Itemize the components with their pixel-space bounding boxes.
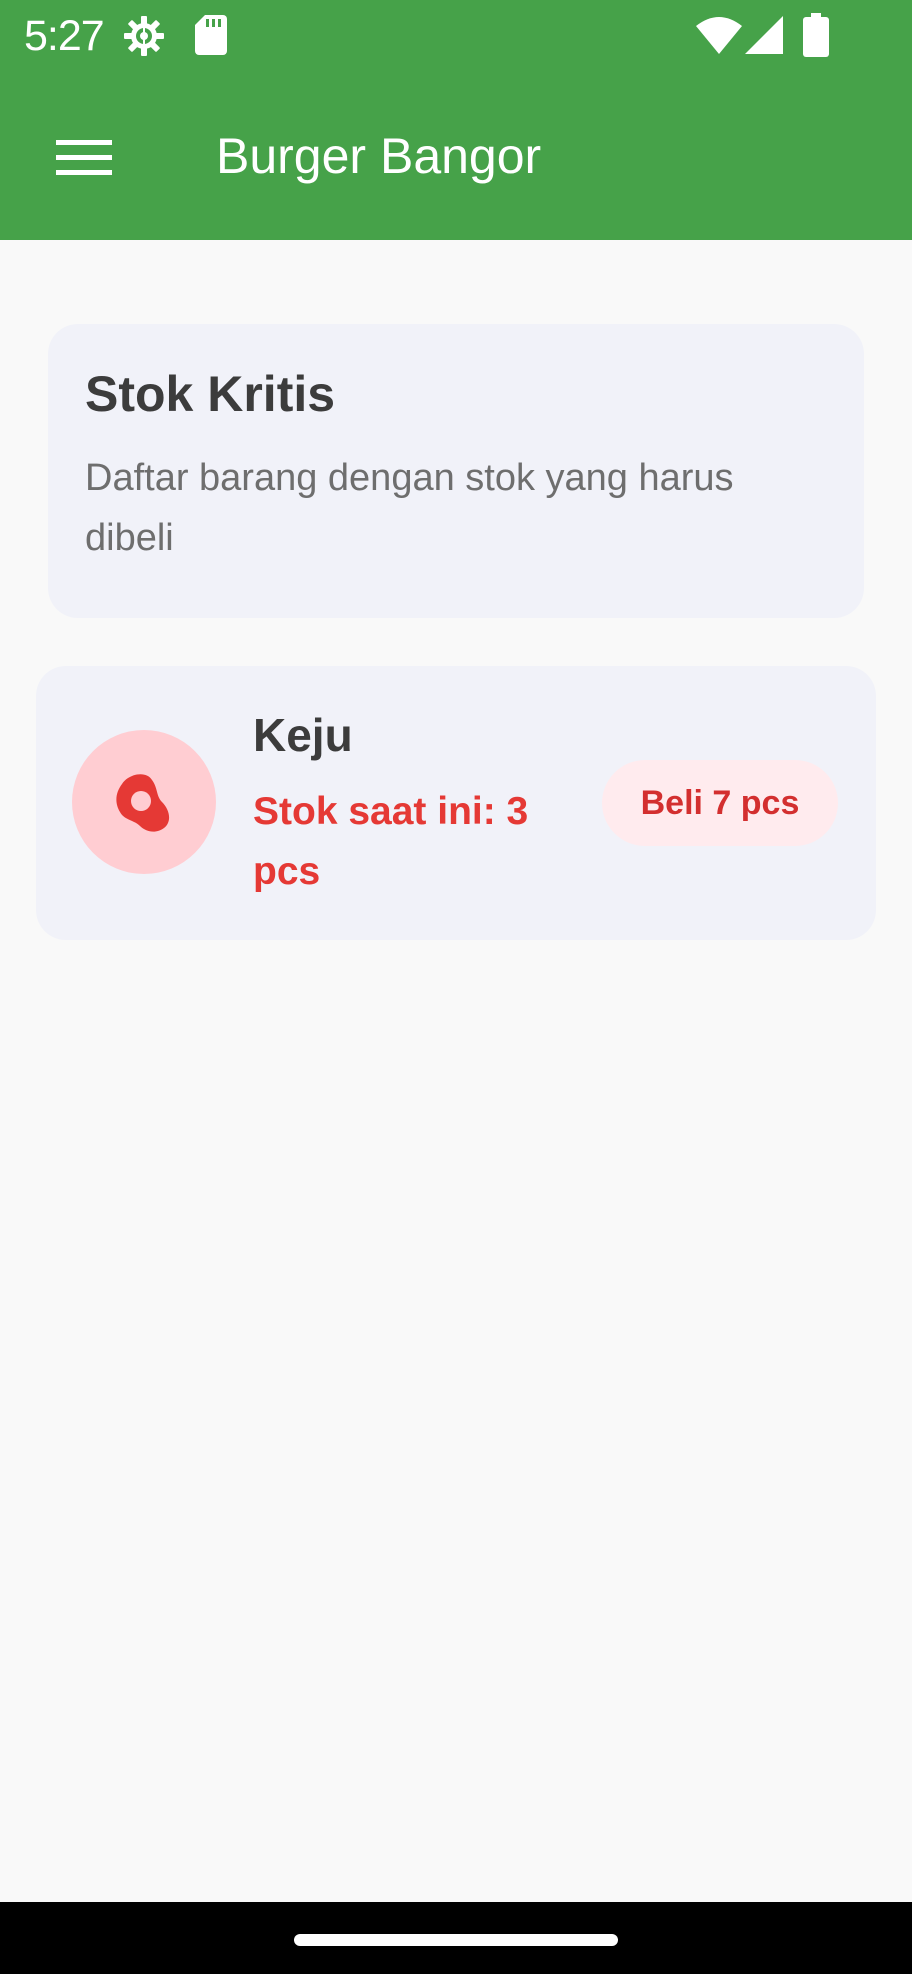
header-subtitle: Daftar barang dengan stok yang harus dib… <box>85 457 734 559</box>
sd-card-icon <box>195 15 227 55</box>
cell-signal-icon <box>745 16 783 54</box>
status-time: 5:27 <box>24 12 105 60</box>
list-item: Keju Stok saat ini: 3 pcs Beli 7 pcs <box>36 666 876 940</box>
menu-button[interactable] <box>40 114 128 202</box>
header-card: Stok Kritis Daftar barang dengan stok ya… <box>48 324 864 618</box>
status-bar: 5:27 <box>0 0 912 72</box>
hamburger-menu-icon <box>56 140 112 175</box>
home-indicator[interactable] <box>294 1934 618 1946</box>
battery-icon <box>803 13 829 57</box>
gear-icon <box>124 16 164 56</box>
app-bar: Burger Bangor <box>0 72 912 240</box>
egg-icon <box>116 774 170 832</box>
wifi-icon <box>696 17 742 54</box>
header-title: Stok Kritis <box>85 366 336 422</box>
system-navigation-bar <box>0 1902 912 1974</box>
buy-button[interactable]: Beli 7 pcs <box>602 760 838 846</box>
item-name: Keju <box>253 709 353 761</box>
item-avatar <box>72 730 216 874</box>
app-title: Burger Bangor <box>216 128 542 184</box>
item-stock-text: Stok saat ini: 3 pcs <box>253 790 529 893</box>
